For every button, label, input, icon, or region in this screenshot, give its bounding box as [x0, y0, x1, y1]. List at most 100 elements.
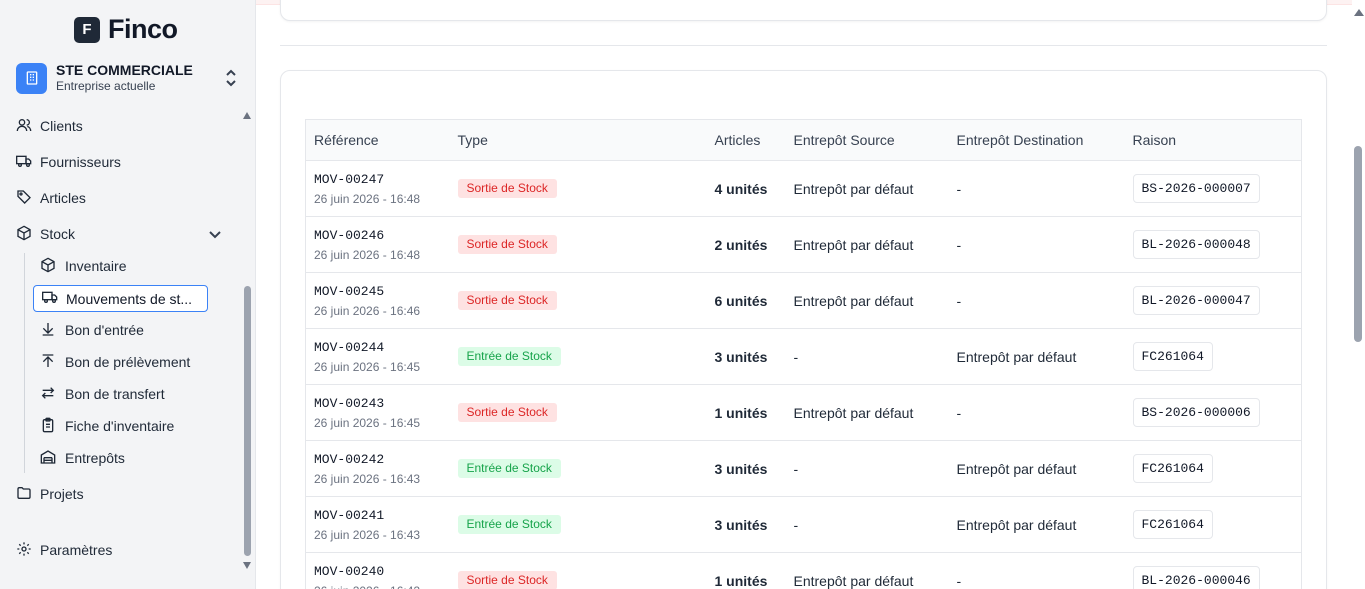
sub-item-picking-note[interactable]: Bon de prélèvement — [40, 350, 190, 374]
cell-reason: BL-2026-000046 — [1124, 552, 1302, 589]
table-row[interactable]: MOV-00242 26 juin 2026 - 16:43 Entrée de S… — [305, 440, 1302, 497]
col-reason[interactable]: Raison — [1124, 119, 1302, 161]
table-row[interactable]: MOV-00241 26 juin 2026 - 16:43 Entrée de S… — [305, 496, 1302, 553]
table-row[interactable]: MOV-00244 26 juin 2026 - 16:45 Entrée de S… — [305, 328, 1302, 385]
box-icon — [40, 257, 56, 276]
type-badge: Sortie de Stock — [457, 179, 557, 198]
sub-item-entry-note[interactable]: Bon d'entrée — [40, 318, 144, 342]
col-articles[interactable]: Articles — [706, 119, 786, 161]
nav-projects[interactable]: Projets — [16, 482, 84, 506]
brand-logo[interactable]: F Finco — [74, 14, 178, 45]
sub-item-warehouses-label: Entrepôts — [65, 450, 125, 466]
company-name: STE COMMERCIALE — [56, 62, 193, 78]
quantity: 3 unités — [714, 348, 768, 365]
company-switcher[interactable]: STE COMMERCIALE Entreprise actuelle — [16, 60, 242, 96]
reason-code[interactable]: BL-2026-000046 — [1132, 566, 1260, 589]
movements-table: Référence Type Articles Entrepôt Source … — [305, 119, 1302, 589]
movement-ref[interactable]: MOV-00245 — [314, 283, 450, 300]
movement-date: 26 juin 2026 - 16:43 — [314, 471, 421, 486]
cell-articles: 4 unités — [706, 160, 786, 217]
reason-code[interactable]: BS-2026-000007 — [1132, 174, 1260, 203]
nav-suppliers-label: Fournisseurs — [40, 154, 121, 170]
quantity: 6 unités — [714, 292, 768, 309]
destination-warehouse: - — [956, 572, 962, 589]
source-warehouse: - — [793, 460, 799, 477]
destination-warehouse: Entrepôt par défaut — [956, 460, 1077, 477]
main-content: Référence Type Articles Entrepôt Source … — [256, 0, 1365, 589]
movement-ref[interactable]: MOV-00247 — [314, 171, 450, 188]
cell-articles: 3 unités — [706, 328, 786, 385]
table-row[interactable]: MOV-00243 26 juin 2026 - 16:45 Sortie de S… — [305, 384, 1302, 441]
sub-item-transfer-note[interactable]: Bon de transfert — [40, 382, 165, 406]
col-destination[interactable]: Entrepôt Destination — [948, 119, 1125, 161]
sub-item-warehouses[interactable]: Entrepôts — [40, 446, 125, 470]
source-warehouse: - — [793, 516, 799, 533]
table-row[interactable]: MOV-00247 26 juin 2026 - 16:48 Sortie de S… — [305, 160, 1302, 217]
cell-destination: - — [948, 552, 1125, 589]
reason-code[interactable]: BS-2026-000006 — [1132, 398, 1260, 427]
users-icon — [16, 117, 32, 136]
reason-code[interactable]: FC261064 — [1132, 454, 1213, 483]
cell-destination: - — [948, 216, 1125, 273]
sidebar-scrollbar[interactable] — [240, 110, 254, 574]
cell-reference: MOV-00242 26 juin 2026 - 16:43 — [305, 440, 450, 497]
col-reference[interactable]: Référence — [305, 119, 450, 161]
movement-date: 26 juin 2026 - 16:48 — [314, 247, 421, 262]
cell-destination: Entrepôt par défaut — [948, 328, 1125, 385]
page-scrollbar[interactable] — [1352, 0, 1365, 589]
tag-icon — [16, 189, 32, 208]
destination-warehouse: Entrepôt par défaut — [956, 348, 1077, 365]
reason-code[interactable]: FC261064 — [1132, 510, 1213, 539]
table-row[interactable]: MOV-00245 26 juin 2026 - 16:46 Sortie de S… — [305, 272, 1302, 329]
nav-clients[interactable]: Clients — [16, 114, 83, 138]
sub-item-inventory-sheet[interactable]: Fiche d'inventaire — [40, 414, 174, 438]
nav-suppliers[interactable]: Fournisseurs — [16, 150, 121, 174]
nav-settings-label: Paramètres — [40, 542, 113, 558]
table-row[interactable]: MOV-00240 26 juin 2026 - 16:42 Sortie de S… — [305, 552, 1302, 589]
movement-ref[interactable]: MOV-00240 — [314, 563, 450, 580]
movement-ref[interactable]: MOV-00241 — [314, 507, 450, 524]
scroll-up-icon[interactable] — [243, 112, 251, 119]
building-icon — [16, 62, 47, 94]
nav-articles[interactable]: Articles — [16, 186, 86, 210]
reason-code[interactable]: FC261064 — [1132, 342, 1213, 371]
cell-source: Entrepôt par défaut — [785, 272, 949, 329]
type-badge: Entrée de Stock — [457, 459, 561, 478]
source-warehouse: Entrepôt par défaut — [793, 404, 914, 421]
sub-item-movements[interactable]: Mouvements de st... — [33, 285, 208, 312]
movement-ref[interactable]: MOV-00242 — [314, 451, 450, 468]
app-window: F Finco STE COMMERCIALE Entreprise actue… — [0, 0, 1365, 589]
col-type[interactable]: Type — [449, 119, 707, 161]
folder-icon — [16, 485, 32, 504]
scroll-up-icon[interactable] — [1354, 9, 1364, 16]
cell-reason: BL-2026-000047 — [1124, 272, 1302, 329]
movement-ref[interactable]: MOV-00244 — [314, 339, 450, 356]
col-source[interactable]: Entrepôt Source — [785, 119, 949, 161]
type-badge: Sortie de Stock — [457, 571, 557, 589]
reason-code[interactable]: BL-2026-000047 — [1132, 286, 1260, 315]
chevron-down-icon[interactable] — [208, 227, 222, 246]
sidebar-scroll-thumb[interactable] — [244, 286, 251, 556]
table-row[interactable]: MOV-00246 26 juin 2026 - 16:48 Sortie de S… — [305, 216, 1302, 273]
destination-warehouse: - — [956, 404, 962, 421]
destination-warehouse: Entrepôt par défaut — [956, 516, 1077, 533]
sub-item-transfer-note-label: Bon de transfert — [65, 386, 165, 402]
nav-settings[interactable]: Paramètres — [16, 538, 112, 562]
cell-reference: MOV-00244 26 juin 2026 - 16:45 — [305, 328, 450, 385]
page-scroll-thumb[interactable] — [1354, 146, 1362, 342]
nav-stock[interactable]: Stock — [16, 222, 75, 246]
package-icon — [16, 225, 32, 244]
scroll-down-icon[interactable] — [243, 562, 251, 569]
reason-code[interactable]: BL-2026-000048 — [1132, 230, 1260, 259]
quantity: 3 unités — [714, 516, 768, 533]
table-body: MOV-00247 26 juin 2026 - 16:48 Sortie de S… — [305, 160, 1302, 589]
sub-item-inventory[interactable]: Inventaire — [40, 254, 126, 278]
movement-date: 26 juin 2026 - 16:46 — [314, 303, 421, 318]
movement-ref[interactable]: MOV-00243 — [314, 395, 450, 412]
movement-ref[interactable]: MOV-00246 — [314, 227, 450, 244]
movement-date: 26 juin 2026 - 16:45 — [314, 415, 421, 430]
sub-item-inventory-label: Inventaire — [65, 258, 127, 274]
truck-icon — [16, 153, 32, 172]
cell-articles: 2 unités — [706, 216, 786, 273]
quantity: 3 unités — [714, 460, 768, 477]
